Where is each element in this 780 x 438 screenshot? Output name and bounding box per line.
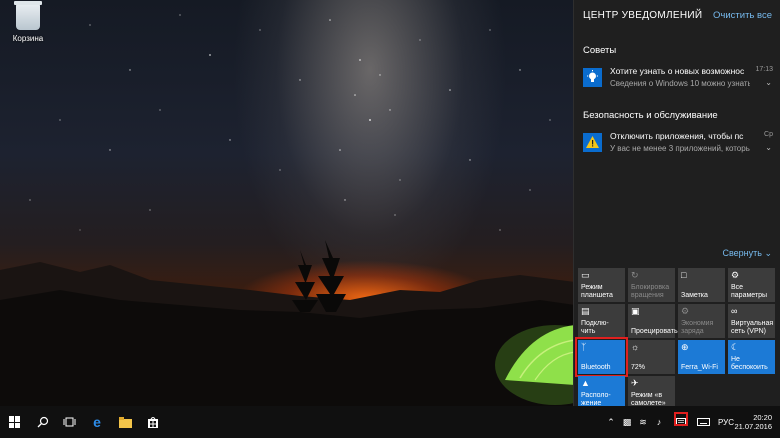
- tile-tablet-mode[interactable]: ▭ Режим планшета: [578, 268, 625, 302]
- search-button[interactable]: [30, 406, 56, 438]
- chevron-up-icon: ⌃: [607, 416, 615, 427]
- file-explorer-icon: [118, 416, 132, 428]
- task-view-button[interactable]: [56, 406, 82, 438]
- brightness-icon: ☼: [631, 342, 640, 352]
- tile-label: 72%: [631, 364, 646, 371]
- tile-brightness[interactable]: ☼ 72%: [628, 340, 675, 374]
- tile-label: Ferra_Wi-Fi: [681, 364, 718, 371]
- note-icon: □: [681, 270, 687, 280]
- notification-security[interactable]: Отключить приложения, чтобы пс У вас не …: [580, 131, 776, 167]
- tile-bluetooth[interactable]: ᛉ Bluetooth: [575, 337, 628, 377]
- gear-icon: ⚙: [731, 270, 740, 280]
- connect-icon: ▤: [581, 306, 590, 316]
- tile-label: Блокировка вращения: [631, 284, 670, 299]
- tile-label: Не беспокоить: [731, 356, 768, 371]
- clock-time: 20:20: [753, 413, 772, 422]
- tile-battery-saver[interactable]: ⚙ Экономия заряда: [678, 304, 725, 338]
- tray-app-button[interactable]: ▩: [620, 406, 634, 438]
- notification-time: 17:13: [755, 66, 773, 73]
- notification-title: Отключить приложения, чтобы пс: [610, 131, 744, 141]
- chevron-down-icon: ⌄: [764, 248, 772, 258]
- touch-keyboard-button[interactable]: [694, 406, 712, 438]
- tile-label: Экономия заряда: [681, 320, 714, 335]
- search-icon: [37, 416, 49, 428]
- action-center-title: ЦЕНТР УВЕДОМЛЕНИЙ: [583, 10, 703, 21]
- tile-label: Заметка: [681, 292, 708, 299]
- chevron-down-icon[interactable]: ⌄: [765, 143, 772, 152]
- tile-project[interactable]: ▣ Проецировать: [628, 304, 678, 338]
- tile-note[interactable]: □ Заметка: [678, 268, 725, 302]
- tablet-mode-icon: ▭: [581, 270, 590, 280]
- tile-label: Подклю-чить: [581, 320, 609, 335]
- tile-label: Виртуальная сеть (VPN): [731, 320, 774, 335]
- tent-illustration: [495, 325, 575, 405]
- clock[interactable]: 20:20 21.07.2016: [734, 413, 772, 431]
- group-header-tips: Советы: [583, 45, 617, 56]
- language-label: РУС: [717, 417, 735, 427]
- start-icon: [9, 416, 21, 428]
- group-header-security: Безопасность и обслуживание: [583, 110, 718, 121]
- tile-label: Проецировать: [631, 328, 678, 335]
- clear-all-link[interactable]: Очистить все: [713, 10, 772, 21]
- edge-icon: e: [93, 414, 101, 430]
- taskbar: e ⌃ ▩ ≋ ♪ РУС 20:20 21.07.2016: [0, 406, 780, 438]
- action-center-panel: ЦЕНТР УВЕДОМЛЕНИЙ Очистить все Советы Хо…: [573, 0, 780, 410]
- tile-wifi[interactable]: ⊕ Ferra_Wi-Fi: [678, 340, 725, 374]
- network-button[interactable]: ≋: [636, 406, 650, 438]
- desktop-wallpaper: Корзина: [0, 0, 575, 406]
- notification-tips[interactable]: Хотите узнать о новых возможнос Сведения…: [580, 66, 776, 102]
- warning-icon: [583, 133, 602, 152]
- action-center-highlight: [674, 412, 688, 426]
- recycle-bin-icon: [14, 1, 42, 30]
- tray-app-icon: ▩: [622, 416, 632, 427]
- notification-title: Хотите узнать о новых возможнос: [610, 66, 745, 76]
- notification-body: Сведения о Windows 10 можно узнать: [610, 79, 750, 88]
- show-hidden-icons-button[interactable]: ⌃: [604, 406, 618, 438]
- wifi-icon: ≋: [639, 416, 647, 427]
- recycle-bin-label: Корзина: [12, 34, 44, 43]
- task-view-icon: [63, 417, 75, 427]
- vpn-icon: ∞: [731, 306, 738, 316]
- notification-body: У вас не менее 3 приложений, которые: [610, 144, 750, 153]
- tile-label: Все параметры: [731, 284, 768, 299]
- store-button[interactable]: [140, 406, 166, 438]
- tile-label: Режим планшета: [581, 284, 613, 299]
- file-explorer-button[interactable]: [112, 406, 138, 438]
- edge-button[interactable]: e: [84, 406, 110, 438]
- clock-date: 21.07.2016: [734, 422, 772, 431]
- recycle-bin[interactable]: Корзина: [4, 1, 52, 43]
- moon-icon: ☾: [731, 342, 740, 352]
- wifi-icon: ⊕: [681, 342, 689, 352]
- start-button[interactable]: [0, 406, 30, 438]
- airplane-icon: ✈: [631, 378, 639, 388]
- tile-connect[interactable]: ▤ Подклю-чить: [578, 304, 625, 338]
- tile-rotation-lock[interactable]: ↻ Блокировка вращения: [628, 268, 675, 302]
- volume-button[interactable]: ♪: [652, 406, 666, 438]
- collapse-link[interactable]: Свернуть ⌄: [722, 248, 772, 259]
- tile-airplane-mode[interactable]: ✈ Режим «в самолете»: [628, 376, 675, 410]
- lightbulb-icon: [583, 68, 602, 87]
- collapse-label: Свернуть: [722, 248, 762, 258]
- store-icon: [148, 417, 158, 428]
- rotation-lock-icon: ↻: [631, 270, 639, 280]
- bluetooth-icon: ᛉ: [581, 342, 587, 352]
- project-icon: ▣: [631, 306, 640, 316]
- tile-location[interactable]: ▲ Располо-жение: [578, 376, 625, 410]
- battery-saver-icon: ⚙: [681, 306, 690, 316]
- chevron-down-icon[interactable]: ⌄: [765, 78, 772, 87]
- tile-vpn[interactable]: ∞ Виртуальная сеть (VPN): [728, 304, 775, 338]
- tile-all-settings[interactable]: ⚙ Все параметры: [728, 268, 775, 302]
- speaker-icon: ♪: [656, 417, 662, 427]
- tile-label: Bluetooth: [581, 364, 611, 371]
- notification-time: Ср: [764, 131, 773, 138]
- location-icon: ▲: [581, 378, 590, 388]
- keyboard-icon: [696, 418, 710, 426]
- tile-quiet-hours[interactable]: ☾ Не беспокоить: [728, 340, 775, 374]
